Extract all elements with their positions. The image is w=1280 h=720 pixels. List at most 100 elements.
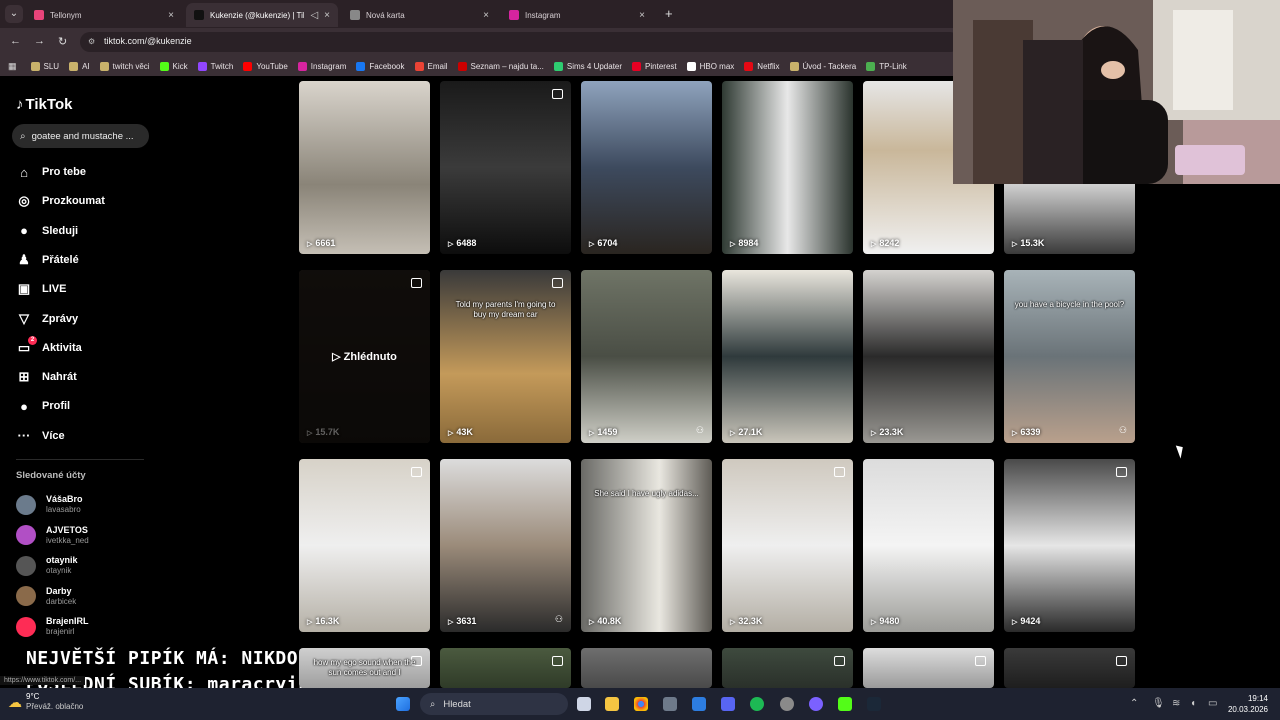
sidebar-nav-item[interactable]: ◎ Prozkoumat [16,193,105,209]
steam-icon[interactable] [867,697,881,711]
video-thumbnail[interactable]: ▷ 8984 [722,81,853,254]
video-thumbnail[interactable]: ▷ 16.3K [299,459,430,632]
video-thumbnail[interactable] [1004,648,1135,688]
account-handle: ivetkka_ned [46,535,89,545]
sidebar-nav-item[interactable]: ♟ Přátelé [16,252,79,268]
file-explorer-icon[interactable] [605,697,619,711]
spotify-icon[interactable] [750,697,764,711]
followed-account[interactable]: otaynik otaynik [16,555,78,576]
followed-account[interactable]: BrajenIRL brajenirl [16,616,89,637]
upload-icon: ⊞ [18,369,30,385]
search-input[interactable]: ⌕ goatee and mustache ... [12,124,149,148]
play-count-value: 1459 [597,427,618,437]
bookmark-item[interactable]: Sims 4 Updater [553,61,622,71]
video-thumbnail[interactable]: ▷ 1459 ⚇ [581,270,712,443]
tab-close-icon[interactable]: × [639,10,645,21]
bookmark-item[interactable]: Email [414,61,448,71]
discord-icon[interactable] [721,697,735,711]
chrome-icon[interactable] [634,697,648,711]
bookmark-label: HBO max [699,61,735,71]
video-thumbnail[interactable]: ▷ 3631 ⚇ [440,459,571,632]
bookmark-item[interactable]: SLU [30,61,59,71]
sidebar-nav-item[interactable]: ▣ LIVE [16,281,67,297]
play-count-value: 9424 [1020,616,1041,626]
task-view-icon[interactable] [577,697,591,711]
video-thumbnail[interactable]: She said I have ugly adidas... ▷ 40.8K [581,459,712,632]
video-thumbnail[interactable]: ▷ 23.3K [863,270,994,443]
sidebar-nav-item[interactable]: ⌂ Pro tebe [16,164,86,180]
followed-account[interactable]: Darby darbicek [16,586,76,607]
followed-account[interactable]: AJVETOS ivetkka_ned [16,525,89,546]
video-thumbnail[interactable] [863,648,994,688]
bookmark-item[interactable]: HBO max [686,61,735,71]
video-thumbnail[interactable]: ▷ 9480 [863,459,994,632]
sidebar-nav-item[interactable]: ▽ Zprávy [16,311,78,327]
bookmark-item[interactable]: twitch věci [99,61,150,71]
bookmark-icon [866,61,876,71]
video-thumbnail[interactable]: ▷ 6704 [581,81,712,254]
bookmark-item[interactable]: Seznam – najdu ta... [457,61,544,71]
battery-icon[interactable]: ▭ [1208,698,1217,709]
video-thumbnail[interactable]: ▷ 6661 [299,81,430,254]
bookmark-item[interactable]: Twitch [197,61,233,71]
bookmark-item[interactable]: Kick [159,61,188,71]
reload-button[interactable]: ↻ [58,35,67,48]
bookmark-item[interactable]: Pinterest [632,61,677,71]
video-thumbnail[interactable]: you have a bicycle in the pool? ▷ 6339 ⚇ [1004,270,1135,443]
taskbar-clock[interactable]: 19:14 20.03.2026 [1228,693,1268,715]
tiktok-logo[interactable]: ♪ TikTok [16,96,72,113]
wifi-icon[interactable]: ≋ [1172,698,1180,709]
video-thumbnail[interactable]: how my ego sound when the sun comes out … [299,648,430,688]
new-tab-button[interactable]: + [665,6,673,21]
photos-icon[interactable] [692,697,706,711]
tab-close-icon[interactable]: × [324,10,330,21]
browser-tab[interactable]: Kukenzie (@kukenzie) | Tik ◁ × [186,3,338,27]
tab-mute-icon[interactable]: ◁ [310,10,318,21]
video-thumbnail[interactable]: ▷ 9424 [1004,459,1135,632]
video-thumbnail[interactable] [440,648,571,688]
video-thumbnail[interactable]: ▷ 6488 [440,81,571,254]
sidebar-nav-item[interactable]: ··· Více [16,428,65,444]
bookmark-item[interactable]: Facebook [356,61,405,71]
video-thumbnail[interactable] [581,648,712,688]
tray-chevron-icon[interactable]: ⌃ [1130,698,1138,709]
microphone-icon[interactable]: 🎙 [1152,698,1165,709]
browser-tab[interactable]: Tellonym × [26,3,182,27]
browser-tab[interactable]: Instagram × [501,3,653,27]
video-thumbnail[interactable]: Told my parents I'm going to buy my drea… [440,270,571,443]
sidebar-nav-item[interactable]: ▭ 2 Aktivita [16,335,82,356]
bookmark-item[interactable]: YouTube [243,61,288,71]
kick-icon[interactable] [838,697,852,711]
app-icon[interactable] [809,697,823,711]
sidebar-nav-item[interactable]: ● Profil [16,398,70,414]
live-icon: ▣ [17,281,31,297]
browser-tab[interactable]: Nová karta × [342,3,497,27]
tab-close-icon[interactable]: × [483,10,489,21]
followed-account[interactable]: VášaBro lavasabro [16,494,83,515]
settings-icon[interactable] [663,697,677,711]
sidebar-nav-item[interactable]: ⊞ Nahrát [16,369,77,385]
bookmark-item[interactable]: TP-Link [866,61,907,71]
obs-icon[interactable] [780,697,794,711]
start-button-icon[interactable] [396,697,410,711]
bookmark-item[interactable]: Úvod - Tackera [789,61,856,71]
address-bar[interactable]: ⚙ tiktok.com/@kukenzie [80,32,960,52]
bookmark-item[interactable]: Netflix [744,61,780,71]
taskbar-search[interactable]: ⌕ Hledat [420,693,568,715]
tab-close-icon[interactable]: × [168,10,174,21]
play-count: ▷ 23.3K [871,427,903,437]
video-thumbnail[interactable]: ▷ 27.1K [722,270,853,443]
video-thumbnail[interactable]: ▷ 32.3K [722,459,853,632]
volume-icon[interactable]: ◖ [1190,698,1196,709]
apps-grid-icon[interactable]: ▦ [8,61,17,72]
tab-search-button[interactable]: ⌄ [5,5,23,23]
bookmark-item[interactable]: Instagram [297,61,346,71]
weather-widget[interactable]: ☁ 9°C Převáž. oblačno [8,692,83,712]
back-button[interactable]: ← [10,35,21,47]
site-info-icon[interactable]: ⚙ [88,37,98,47]
bookmark-item[interactable]: AI [69,61,90,71]
sidebar-nav-item[interactable]: ● Sleduji [16,223,78,239]
forward-button[interactable]: → [34,35,45,47]
video-thumbnail[interactable] [722,648,853,688]
video-thumbnail[interactable]: ▷ Zhlédnuto ▷ 15.7K [299,270,430,443]
